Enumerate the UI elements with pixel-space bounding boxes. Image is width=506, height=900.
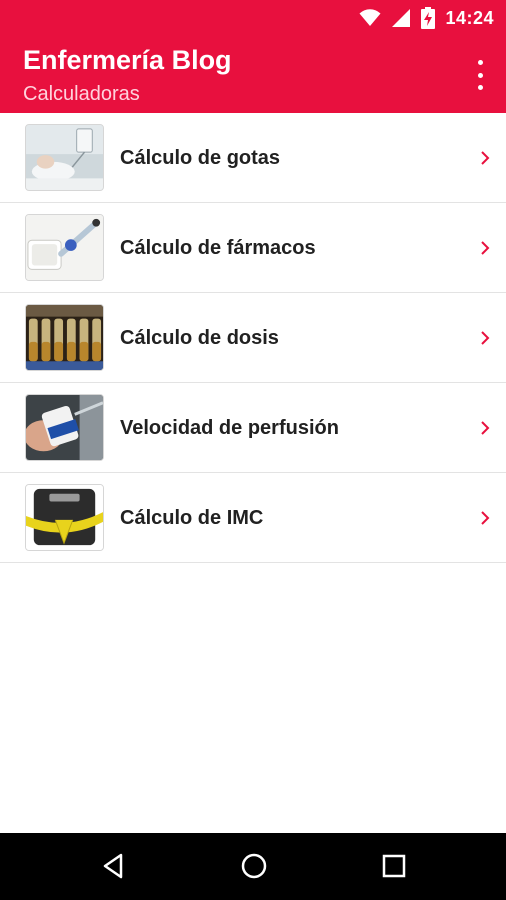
status-bar: 14:24 (0, 0, 506, 36)
scale-tape-thumbnail (25, 484, 104, 551)
list-item-label: Cálculo de dosis (120, 327, 279, 349)
home-icon[interactable] (239, 851, 269, 881)
list-item-label: Cálculo de IMC (120, 507, 264, 529)
list-item-calculo-de-gotas[interactable]: Cálculo de gotas (0, 113, 506, 203)
list-item-label: Velocidad de perfusión (120, 417, 339, 439)
chevron-right-icon (481, 331, 490, 345)
battery-charging-icon (421, 7, 436, 29)
wifi-icon (359, 9, 381, 26)
screen: 14:24 Enfermería Blog Calculadoras Cálcu (0, 0, 506, 900)
chevron-right-icon (481, 151, 490, 165)
app-title: Enfermería Blog (23, 45, 232, 75)
list-item-calculo-de-dosis[interactable]: Cálculo de dosis (0, 293, 506, 383)
app-toolbar: Enfermería Blog Calculadoras (0, 36, 506, 113)
list-item-label: Cálculo de gotas (120, 147, 281, 169)
back-icon[interactable] (99, 851, 129, 881)
syringe-vial-thumbnail (25, 214, 104, 281)
chevron-right-icon (481, 241, 490, 255)
more-vert-icon[interactable] (472, 60, 488, 90)
list-item-label: Cálculo de fármacos (120, 237, 316, 259)
navigation-bar (0, 833, 506, 900)
status-time: 14:24 (445, 7, 494, 28)
list-item-calculo-de-imc[interactable]: Cálculo de IMC (0, 473, 506, 563)
app-subtitle: Calculadoras (23, 83, 140, 105)
iv-drip-thumbnail (25, 124, 104, 191)
recent-apps-icon[interactable] (379, 851, 409, 881)
signal-icon (392, 9, 411, 27)
list-item-calculo-de-farmacos[interactable]: Cálculo de fármacos (0, 203, 506, 293)
list-item-velocidad-de-perfusion[interactable]: Velocidad de perfusión (0, 383, 506, 473)
chevron-right-icon (481, 421, 490, 435)
chevron-right-icon (481, 511, 490, 525)
calculator-list: Cálculo de gotas Cálculo de fármacos Cál… (0, 113, 506, 563)
flow-regulator-thumbnail (25, 394, 104, 461)
ampoules-thumbnail (25, 304, 104, 371)
